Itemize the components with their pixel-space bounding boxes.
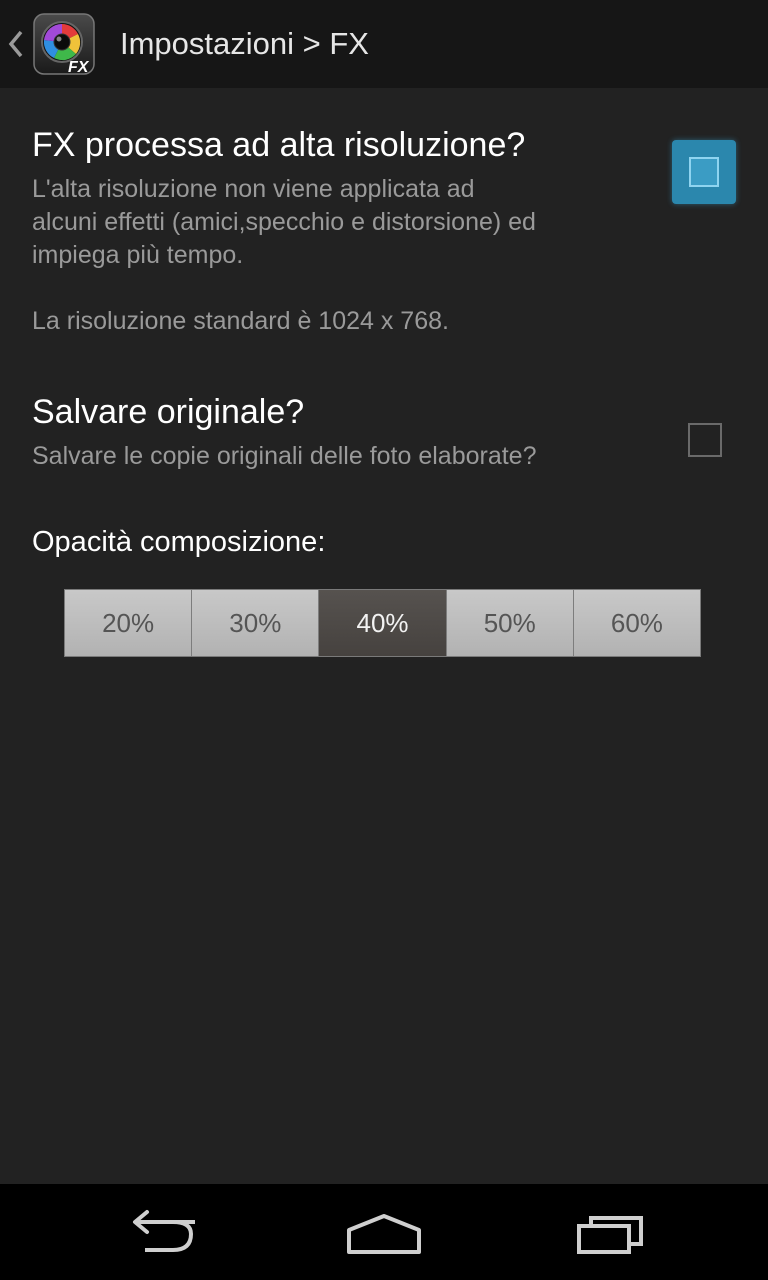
settings-screen: FX Impostazioni > FX FX processa ad alta… <box>0 0 768 1280</box>
summary-line: L'alta risoluzione non viene applicata a… <box>32 175 475 203</box>
app-logo-badge: FX <box>68 59 90 76</box>
pref-high-resolution[interactable]: FX processa ad alta risoluzione? L'alta … <box>0 88 768 378</box>
summary-line: Salvare le copie originali delle foto el… <box>32 442 537 470</box>
up-chevron-icon[interactable] <box>4 22 26 66</box>
pref-high-resolution-summary: L'alta risoluzione non viene applicata a… <box>32 173 652 338</box>
pref-save-original-summary: Salvare le copie originali delle foto el… <box>32 440 652 473</box>
screen-title: Impostazioni > FX <box>120 26 369 61</box>
back-icon[interactable] <box>115 1204 205 1260</box>
opacity-option-50[interactable]: 50% <box>445 590 573 656</box>
summary-line: impiega più tempo. <box>32 241 244 269</box>
opacity-option-60[interactable]: 60% <box>572 590 701 656</box>
opacity-label: Opacità composizione: <box>32 526 326 558</box>
summary-line: alcuni effetti (amici,specchio e distors… <box>32 208 536 236</box>
system-navigation-bar <box>0 1184 768 1280</box>
summary-spacer <box>32 272 652 305</box>
opacity-option-20[interactable]: 20% <box>65 590 192 656</box>
opacity-option-40[interactable]: 40% <box>318 590 446 656</box>
opacity-option-30[interactable]: 30% <box>191 590 319 656</box>
high-resolution-checkbox[interactable] <box>672 140 736 204</box>
action-bar: FX Impostazioni > FX <box>0 0 768 88</box>
opacity-segmented-control: 20% 30% 40% 50% 60% <box>64 589 701 657</box>
checkbox-checked-indicator <box>689 157 719 187</box>
save-original-checkbox[interactable] <box>688 423 722 457</box>
pref-save-original-title: Salvare originale? <box>32 393 305 431</box>
app-logo-icon[interactable]: FX <box>32 12 96 76</box>
resolution-note: La risoluzione standard è 1024 x 768. <box>32 307 449 335</box>
recent-apps-icon[interactable] <box>565 1204 655 1260</box>
home-icon[interactable] <box>339 1204 429 1260</box>
pref-high-resolution-title: FX processa ad alta risoluzione? <box>32 126 526 164</box>
pref-save-original[interactable]: Salvare originale? Salvare le copie orig… <box>0 380 768 490</box>
